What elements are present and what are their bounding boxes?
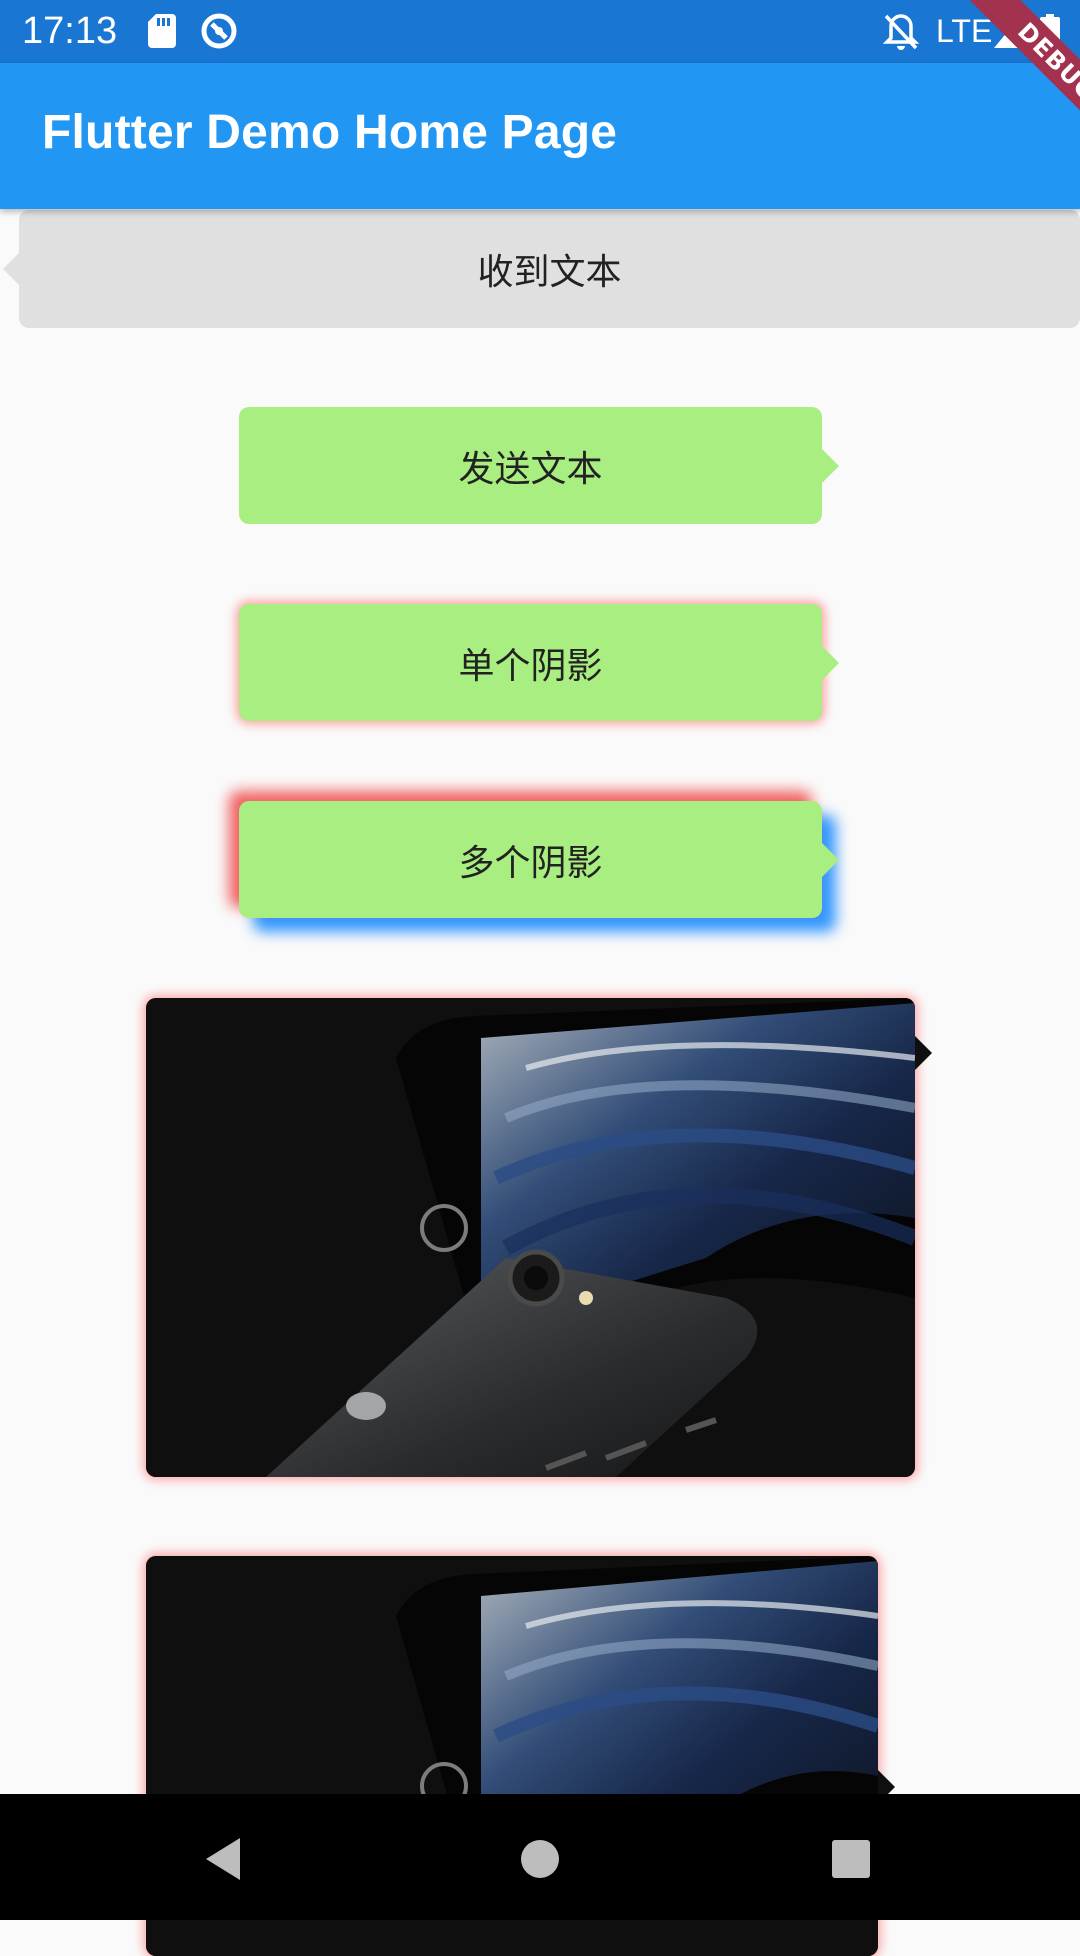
back-icon[interactable] [200,1834,250,1884]
multi-shadow-bubble[interactable]: 多个阴影 [239,801,839,918]
network-type: LTE [936,13,993,49]
image-message-bubble[interactable] [146,998,932,1477]
navigation-bar [0,1794,1080,1920]
sent-message-text: 发送文本 [458,448,603,490]
sync-circle-icon [201,13,237,49]
phone-photo [146,998,915,1477]
status-time: 17:13 [22,10,118,52]
page-title: Flutter Demo Home Page [42,106,618,159]
app-bar: Flutter Demo Home Page [0,63,1080,209]
single-shadow-bubble[interactable]: 单个阴影 [239,604,839,721]
status-bar: 17:13 LTE [0,0,1080,63]
bubble-tail [915,1036,932,1070]
received-message-bubble[interactable]: 收到文本 [3,210,1080,328]
battery-icon [1040,14,1060,48]
sd-card-icon [148,14,176,48]
single-shadow-text: 单个阴影 [458,645,603,687]
recents-icon[interactable] [826,1834,876,1884]
signal-icon [994,14,1022,48]
bell-off-icon [882,14,920,50]
sent-message-bubble[interactable]: 发送文本 [239,407,839,524]
received-message-text: 收到文本 [477,252,622,293]
home-icon[interactable] [515,1834,565,1884]
multi-shadow-text: 多个阴影 [458,842,603,884]
